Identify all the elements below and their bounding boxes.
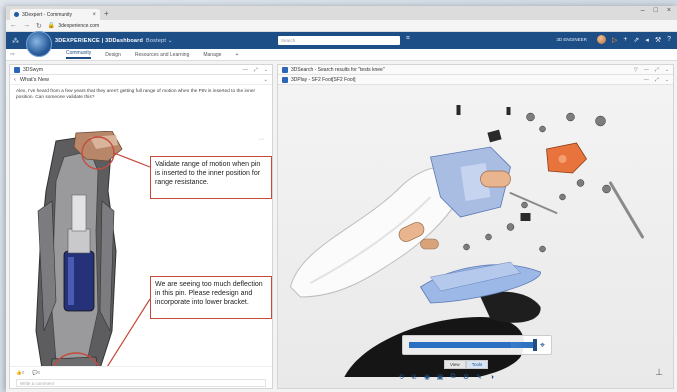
swym-panel-title: 3DSwym (23, 66, 44, 73)
add-icon[interactable]: + (623, 36, 627, 43)
comment-input[interactable]: Write a comment (16, 379, 266, 387)
close-tab-icon[interactable]: × (92, 12, 96, 18)
comment-count[interactable]: 💬0 (32, 370, 40, 376)
search-input[interactable]: Search (278, 36, 400, 45)
swym-panel-header: 3DSwym — ⤢ ⌄ (10, 65, 272, 75)
play-panel-header: 3DPlay - SF2 Foot[SF2 Foot] — ⤢ ⌄ (278, 75, 673, 85)
maximize-widget-icon[interactable]: ⤢ (655, 77, 659, 83)
swym-app-icon (14, 66, 20, 73)
maximize-widget-icon[interactable]: ⤢ (254, 67, 258, 73)
slider-fill (409, 342, 512, 348)
help-icon[interactable]: ? (667, 36, 671, 43)
like-count[interactable]: 👍0 (16, 370, 24, 376)
screen: 3Dexpert - Community × + – □ × ← → ↻ 🔒 3… (6, 6, 677, 392)
back-icon[interactable]: ‹ (14, 77, 16, 83)
reload-icon[interactable]: ↻ (36, 22, 42, 30)
dashboard-name: Bostept ⌄ (146, 37, 173, 44)
post-footer: 👍0 💬0 Write a comment (10, 366, 272, 388)
play-app-icon (282, 76, 288, 83)
forward-arrow-icon[interactable]: → (23, 22, 30, 29)
exploded-3d-view[interactable] (278, 87, 673, 377)
viewer-toolbar: View Tools ⟲ ⊘ ◉ ▣ ⧉ ⚙ ✎ ◑ (396, 360, 497, 384)
section-icon[interactable]: ⊘ (409, 372, 419, 382)
close-window-button[interactable]: × (667, 7, 671, 14)
play-panel-title: 3DPlay - SF2 Foot[SF2 Foot] (291, 76, 356, 83)
dashboard-panels: 3DSwym — ⤢ ⌄ ‹ What's New ⌄ Alex, I've h… (6, 61, 677, 392)
explode-slider-panel: ⌖ (402, 335, 552, 355)
tab-design[interactable]: Design (105, 52, 121, 58)
maximize-button[interactable]: □ (654, 7, 658, 14)
tab-resources[interactable]: Resources and Learning (135, 52, 189, 58)
tab-manage[interactable]: Manage (203, 52, 221, 58)
play-panel-controls: — ⤢ ⌄ (644, 77, 669, 83)
tab-community[interactable]: Community (66, 50, 92, 59)
measure-icon[interactable]: ⟲ (396, 372, 406, 382)
tab-view[interactable]: View (444, 360, 466, 369)
dashboard-tabs: ⇨ Community Design Resources and Learnin… (6, 49, 677, 61)
widget-menu-icon[interactable]: ⌄ (665, 77, 669, 83)
app-grid-icon[interactable]: ⁂ (12, 37, 19, 45)
brand-title: 3DEXPERIENCE | 3DDashboard (55, 37, 144, 44)
section-header: ‹ What's New ⌄ (10, 75, 272, 85)
browser-tab-title: 3Dexpert - Community (22, 11, 73, 18)
share-icon[interactable]: ▷ (612, 36, 617, 44)
svg-text:⋯: ⋯ (258, 136, 264, 143)
add-tab-button[interactable]: + (235, 52, 238, 58)
widget-menu-icon[interactable]: ⌄ (665, 67, 669, 73)
minimize-widget-icon[interactable]: — (644, 77, 649, 83)
sidebar-toggle-icon[interactable]: ⇨ (10, 51, 15, 58)
callout-pin-deflection: We are seeing too much deflection in thi… (150, 276, 272, 319)
back-arrow-icon[interactable]: ← (10, 22, 17, 29)
panel-controls: — ⤢ ⌄ (243, 67, 268, 73)
share-alt-icon[interactable]: ⇗ (633, 36, 639, 44)
fit-all-icon[interactable]: ⌖ (540, 340, 545, 351)
window-controls: – □ × (641, 7, 671, 14)
explode-icon[interactable]: ◉ (422, 372, 432, 382)
tag-small-icon[interactable]: ◂ (645, 36, 649, 44)
callout-range-of-motion: Validate range of motion when pin is ins… (150, 156, 272, 199)
search-panel-header: 3DSearch - Search results for "tests kne… (278, 65, 673, 75)
share-view-icon[interactable]: ◑ (487, 372, 497, 382)
settings-icon[interactable]: ⚙ (461, 372, 471, 382)
maximize-widget-icon[interactable]: ⤢ (655, 67, 659, 73)
lock-icon: 🔒 (47, 23, 56, 29)
app-brand[interactable]: 3DEXPERIENCE | 3DDashboard Bostept ⌄ (55, 38, 173, 44)
chevron-down-icon[interactable]: ⌄ (263, 77, 268, 83)
search-panel-controls: ▽ — ⤢ ⌄ (634, 67, 669, 73)
compass-icon[interactable] (26, 31, 52, 57)
post-reactions: 👍0 💬0 (16, 370, 40, 376)
address-bar: ← → ↻ 🔒 3dexperience.com (6, 20, 677, 32)
swym-panel: 3DSwym — ⤢ ⌄ ‹ What's New ⌄ Alex, I've h… (9, 64, 273, 389)
user-name[interactable]: 3D ENGINEER (556, 37, 587, 42)
tab-tools[interactable]: Tools (465, 360, 489, 369)
url-field[interactable]: 🔒 3dexperience.com (47, 22, 100, 30)
search-app-icon (282, 66, 288, 73)
explode-slider[interactable] (409, 339, 537, 351)
minimize-button[interactable]: – (641, 7, 645, 14)
search-panel-title: 3DSearch - Search results for "tests kne… (291, 66, 385, 73)
widget-menu-icon[interactable]: ⌄ (264, 67, 268, 73)
camera-icon[interactable]: ▣ (435, 372, 445, 382)
top-right-controls: 3D ENGINEER ▷ + ⇗ ◂ ⚒ ? (556, 35, 671, 44)
mode-tabs: View Tools (444, 360, 489, 369)
new-tab-button[interactable]: + (104, 9, 109, 19)
play-panel: 3DSearch - Search results for "tests kne… (277, 64, 674, 389)
layers-icon[interactable]: ⧉ (448, 372, 458, 382)
user-avatar[interactable] (596, 35, 606, 44)
url-text: 3dexperience.com (58, 22, 100, 29)
pen-icon[interactable]: ✎ (474, 372, 484, 382)
slider-thumb[interactable] (532, 339, 537, 351)
post-text: Alex, I've heard from a few years that t… (16, 89, 256, 100)
minimize-widget-icon[interactable]: — (644, 67, 649, 73)
browser-tab-bar: 3Dexpert - Community × + – □ × (6, 6, 677, 20)
favicon-icon (14, 12, 19, 17)
minimize-widget-icon[interactable]: — (243, 67, 248, 73)
axis-triad-icon: ⊥ (655, 367, 663, 377)
section-title: What's New (19, 76, 50, 83)
tools-icon[interactable]: ⚒ (655, 36, 661, 44)
filter-icon[interactable]: ▽ (634, 67, 638, 73)
app-top-bar: ⁂ 3DEXPERIENCE | 3DDashboard Bostept ⌄ S… (6, 31, 677, 57)
browser-tab[interactable]: 3Dexpert - Community × (10, 9, 100, 20)
tag-icon[interactable]: ⌗ (406, 35, 410, 43)
